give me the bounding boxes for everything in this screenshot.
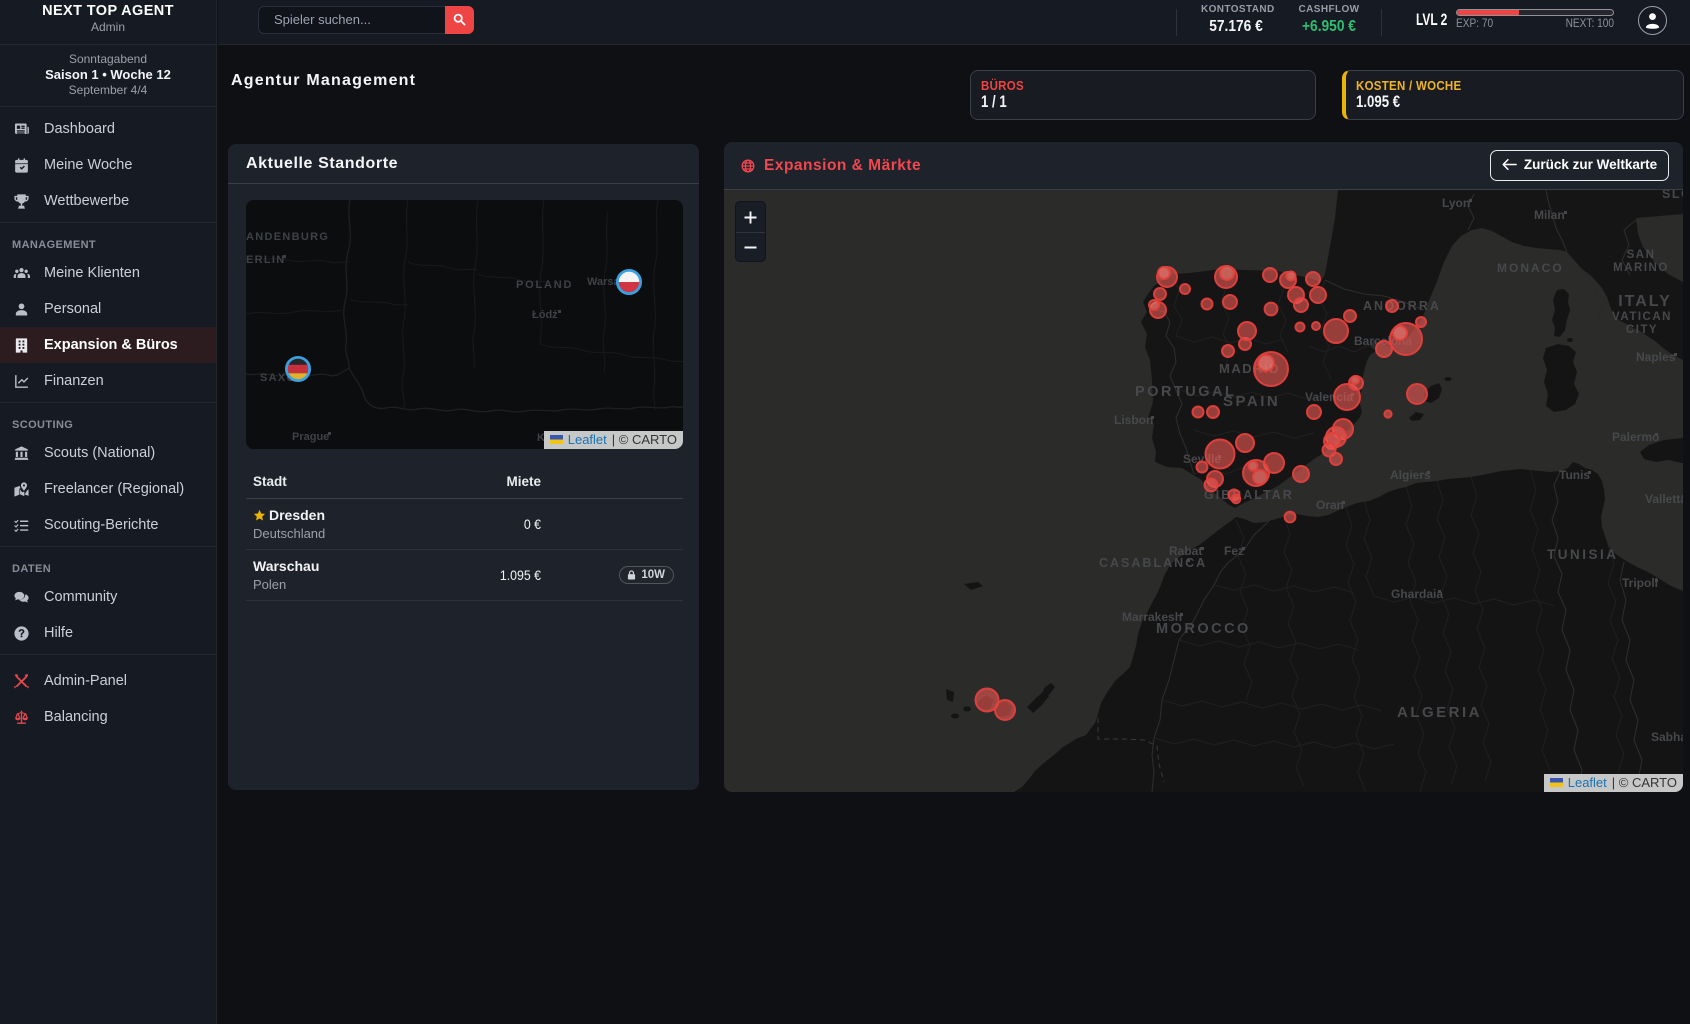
svg-text:MONACO: MONACO — [1497, 261, 1564, 275]
svg-text:TUNISIA: TUNISIA — [1547, 547, 1619, 562]
svg-text:ERLIN: ERLIN — [246, 254, 286, 266]
svg-text:Ghardaia: Ghardaia — [1391, 587, 1443, 601]
svg-text:Palermo: Palermo — [1612, 430, 1659, 444]
svg-text:Lyon: Lyon — [1442, 196, 1470, 210]
svg-text:Prague: Prague — [292, 431, 329, 443]
svg-text:CASABLANCA: CASABLANCA — [1099, 556, 1207, 570]
svg-text:CITY: CITY — [1626, 324, 1658, 336]
svg-text:Fez: Fez — [1224, 544, 1244, 558]
svg-text:Tripoli: Tripoli — [1622, 576, 1658, 590]
svg-text:ALGERIA: ALGERIA — [1397, 704, 1482, 721]
svg-text:MARINO: MARINO — [1613, 262, 1669, 274]
svg-text:Tunis: Tunis — [1559, 468, 1590, 482]
svg-text:SLO: SLO — [1662, 190, 1683, 201]
svg-text:GIBRALTAR: GIBRALTAR — [1204, 488, 1294, 502]
svg-text:Naples: Naples — [1636, 350, 1676, 364]
svg-text:SPAIN: SPAIN — [1223, 393, 1280, 410]
svg-text:PORTUGAL: PORTUGAL — [1135, 384, 1236, 400]
svg-text:Valletta: Valletta — [1645, 492, 1683, 506]
svg-text:MOROCCO: MOROCCO — [1156, 621, 1251, 637]
svg-text:Sabha: Sabha — [1651, 730, 1683, 744]
svg-text:POLAND: POLAND — [516, 279, 573, 291]
svg-text:Milan: Milan — [1534, 208, 1565, 222]
svg-text:Lisbon: Lisbon — [1114, 413, 1153, 427]
svg-text:Algiers: Algiers — [1390, 468, 1431, 482]
svg-text:Oran: Oran — [1316, 498, 1344, 512]
svg-text:Warsa: Warsa — [587, 276, 620, 288]
svg-text:ITALY: ITALY — [1618, 293, 1672, 310]
svg-text:Łódź: Łódź — [532, 309, 558, 321]
svg-text:ANDORRA: ANDORRA — [1363, 299, 1441, 313]
svg-text:VATICAN: VATICAN — [1612, 311, 1672, 323]
svg-text:ANDENBURG: ANDENBURG — [246, 231, 329, 243]
svg-text:SAN: SAN — [1627, 249, 1656, 261]
